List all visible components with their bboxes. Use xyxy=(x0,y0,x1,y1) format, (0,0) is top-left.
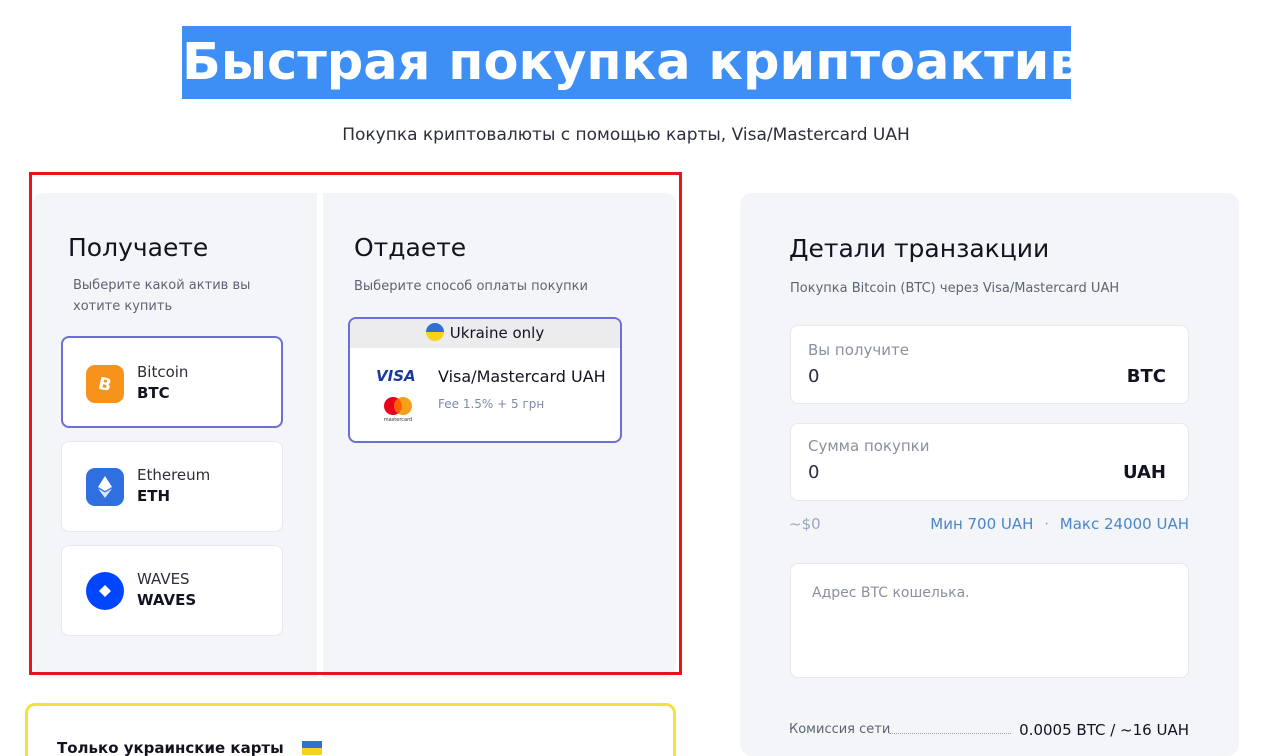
network-fee-label: Комиссия сети xyxy=(789,722,891,737)
ukraine-flag-icon xyxy=(302,741,322,755)
amount-field-label: Сумма покупки xyxy=(808,437,930,455)
network-fee-value: 0.0005 BTC / ~16 UAH xyxy=(1019,721,1189,739)
wallet-address-placeholder[interactable]: Адрес BTC кошелька. xyxy=(812,585,970,601)
receive-field-unit: BTC xyxy=(1126,366,1166,387)
amount-field-value[interactable]: 0 xyxy=(808,462,819,483)
amount-field-unit: UAH xyxy=(1122,462,1166,483)
dotted-leader xyxy=(889,733,1011,734)
network-fee-row: Комиссия сети 0.0005 BTC / ~16 UAH xyxy=(789,721,1189,742)
purchase-amount-field[interactable]: Сумма покупки 0 UAH xyxy=(790,423,1189,501)
amount-limits: Мин 700 UAH · Макс 24000 UAH xyxy=(930,515,1189,533)
limit-separator: · xyxy=(1044,515,1049,533)
highlight-frame-red xyxy=(29,172,682,675)
wallet-address-field[interactable]: Адрес BTC кошелька. xyxy=(790,563,1189,678)
details-title: Детали транзакции xyxy=(789,234,1050,263)
max-limit: Макс 24000 UAH xyxy=(1059,515,1189,533)
receive-field-value[interactable]: 0 xyxy=(808,366,819,387)
min-limit: Мин 700 UAH xyxy=(930,515,1034,533)
usd-estimate: ~$0 xyxy=(789,515,821,533)
notice-title: Только украинские карты xyxy=(57,739,284,756)
receive-field-label: Вы получите xyxy=(808,341,909,359)
receive-amount-field[interactable]: Вы получите 0 BTC xyxy=(790,325,1189,404)
page-title: Быстрая покупка криптоактивов xyxy=(182,26,1149,99)
details-subtitle: Покупка Bitcoin (BTC) через Visa/Masterc… xyxy=(790,281,1120,296)
page-subtitle: Покупка криптовалюты с помощью карты, Vi… xyxy=(342,125,910,145)
ukrainian-cards-notice: Только украинские карты xyxy=(25,703,676,756)
transaction-details-panel: Детали транзакции Покупка Bitcoin (BTC) … xyxy=(740,193,1239,756)
